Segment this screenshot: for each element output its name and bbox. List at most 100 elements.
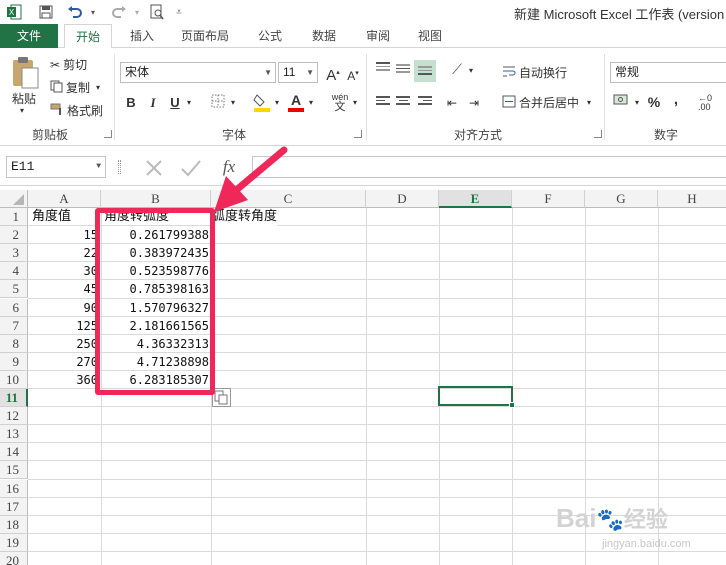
underline-dropdown-icon[interactable]: ▾ bbox=[184, 94, 194, 112]
wrap-text-button[interactable]: 自动换行 bbox=[502, 64, 567, 81]
tab-review[interactable]: 审阅 bbox=[356, 24, 400, 48]
row-header[interactable]: 2 bbox=[0, 226, 28, 245]
borders-dropdown-icon[interactable]: ▾ bbox=[228, 94, 238, 112]
row-header[interactable]: 17 bbox=[0, 497, 28, 516]
paste-icon[interactable] bbox=[10, 56, 40, 90]
selected-cell-e11[interactable] bbox=[438, 386, 513, 406]
column-header-e[interactable]: E bbox=[439, 190, 512, 208]
cell-a2[interactable]: 15 bbox=[30, 226, 98, 244]
merge-dropdown-icon[interactable]: ▾ bbox=[587, 98, 591, 107]
shrink-font-button[interactable]: A▾ bbox=[344, 65, 362, 85]
alignment-launcher-icon[interactable] bbox=[594, 130, 602, 138]
font-size-combo[interactable]: 11 ▼ bbox=[278, 62, 318, 83]
row-header[interactable]: 1 bbox=[0, 208, 28, 227]
bold-button[interactable]: B bbox=[124, 94, 138, 112]
row-header[interactable]: 6 bbox=[0, 298, 28, 317]
row-header[interactable]: 8 bbox=[0, 334, 28, 353]
align-right-icon[interactable] bbox=[418, 96, 432, 108]
number-format-combo[interactable]: 常规 bbox=[610, 62, 726, 83]
orientation-dropdown-icon[interactable]: ▾ bbox=[466, 62, 476, 80]
orientation-icon[interactable]: ⟋ bbox=[448, 60, 466, 78]
accounting-format-icon[interactable] bbox=[612, 92, 632, 113]
increase-indent-icon[interactable]: ⇥ bbox=[466, 94, 482, 112]
customize-qat-icon[interactable]: ⩡ bbox=[172, 3, 186, 21]
cell-a6[interactable]: 90 bbox=[30, 299, 98, 317]
fill-dropdown-icon[interactable]: ▾ bbox=[272, 94, 282, 112]
row-header[interactable]: 16 bbox=[0, 479, 28, 498]
row-header[interactable]: 15 bbox=[0, 461, 28, 480]
cell-a1[interactable]: 角度值 bbox=[32, 208, 71, 226]
merge-center-button[interactable]: 合并后居中 ▾ bbox=[502, 94, 591, 111]
row-header[interactable]: 19 bbox=[0, 533, 28, 552]
copy-button[interactable]: 复制 ▾ bbox=[50, 79, 100, 96]
redo-icon[interactable] bbox=[108, 3, 130, 21]
column-header-h[interactable]: H bbox=[658, 190, 726, 208]
percent-style-button[interactable]: % bbox=[646, 93, 662, 111]
italic-button[interactable]: I bbox=[146, 94, 160, 112]
redo-dropdown-icon[interactable]: ▾ bbox=[132, 3, 142, 21]
column-header-d[interactable]: D bbox=[366, 190, 439, 208]
row-header[interactable]: 10 bbox=[0, 370, 28, 389]
phonetic-dropdown-icon[interactable]: ▾ bbox=[350, 94, 360, 112]
tab-view[interactable]: 视图 bbox=[408, 24, 452, 48]
cell-a5[interactable]: 45 bbox=[30, 280, 98, 298]
underline-button[interactable]: U bbox=[168, 94, 182, 112]
column-header-a[interactable]: A bbox=[28, 190, 101, 208]
tab-page-layout[interactable]: 页面布局 bbox=[172, 24, 238, 48]
increase-decimal-icon[interactable]: ←0.00 bbox=[698, 94, 724, 112]
tab-insert[interactable]: 插入 bbox=[120, 24, 164, 48]
row-header[interactable]: 13 bbox=[0, 425, 28, 444]
tab-formulas[interactable]: 公式 bbox=[248, 24, 292, 48]
copy-dropdown-icon[interactable]: ▾ bbox=[96, 83, 100, 92]
tab-data[interactable]: 数据 bbox=[302, 24, 346, 48]
grow-font-button[interactable]: A▴ bbox=[324, 64, 342, 85]
row-header[interactable]: 12 bbox=[0, 407, 28, 426]
font-name-combo[interactable]: 宋体 ▼ bbox=[120, 62, 276, 83]
print-preview-icon[interactable] bbox=[146, 3, 168, 21]
formula-bar-grip[interactable] bbox=[118, 160, 121, 174]
column-header-g[interactable]: G bbox=[585, 190, 658, 208]
align-left-icon[interactable] bbox=[376, 96, 390, 108]
tab-home[interactable]: 开始 bbox=[64, 24, 112, 49]
row-header[interactable]: 20 bbox=[0, 551, 28, 565]
tab-file[interactable]: 文件 bbox=[0, 24, 58, 48]
cell-a3[interactable]: 22 bbox=[30, 244, 98, 262]
row-header[interactable]: 14 bbox=[0, 443, 28, 462]
undo-dropdown-icon[interactable]: ▾ bbox=[88, 3, 98, 21]
clipboard-launcher-icon[interactable] bbox=[104, 130, 112, 138]
row-header[interactable]: 7 bbox=[0, 316, 28, 335]
worksheet-grid[interactable]: A B C D E F G H 1 2 3 4 5 6 7 8 9 10 11 12 13 14 15 16 1… bbox=[0, 146, 726, 565]
row-header[interactable]: 11 bbox=[0, 389, 28, 408]
comma-style-button[interactable]: , bbox=[670, 91, 682, 109]
row-header[interactable]: 3 bbox=[0, 244, 28, 263]
cell-a4[interactable]: 30 bbox=[30, 262, 98, 280]
cancel-entry-icon[interactable] bbox=[144, 158, 166, 178]
font-launcher-icon[interactable] bbox=[354, 130, 362, 138]
undo-icon[interactable] bbox=[64, 3, 86, 21]
column-header-f[interactable]: F bbox=[512, 190, 585, 208]
align-bottom-button[interactable] bbox=[414, 60, 436, 82]
cut-button[interactable]: ✂ 剪切 bbox=[50, 56, 87, 73]
paste-dropdown-icon[interactable]: ▾ bbox=[20, 106, 24, 115]
row-header[interactable]: 5 bbox=[0, 280, 28, 299]
save-icon[interactable] bbox=[36, 3, 56, 21]
phonetic-button[interactable]: wén 文 bbox=[330, 92, 350, 113]
row-header[interactable]: 4 bbox=[0, 262, 28, 281]
cell-a10[interactable]: 360 bbox=[30, 371, 98, 389]
decrease-indent-icon[interactable]: ⇤ bbox=[444, 94, 460, 112]
select-all-button[interactable] bbox=[0, 190, 28, 208]
accounting-dropdown-icon[interactable]: ▾ bbox=[632, 94, 642, 112]
format-painter-button[interactable]: 格式刷 bbox=[50, 102, 103, 119]
fill-color-button[interactable] bbox=[252, 92, 272, 117]
formula-input[interactable] bbox=[252, 156, 726, 178]
row-header[interactable]: 18 bbox=[0, 515, 28, 534]
cell-a7[interactable]: 125 bbox=[30, 317, 98, 335]
paste-button[interactable]: 粘贴 bbox=[12, 90, 36, 107]
font-color-dropdown-icon[interactable]: ▾ bbox=[306, 94, 316, 112]
align-center-icon[interactable] bbox=[396, 96, 410, 108]
cell-a9[interactable]: 270 bbox=[30, 353, 98, 371]
align-top-icon[interactable] bbox=[376, 62, 390, 74]
align-middle-icon[interactable] bbox=[396, 64, 410, 76]
column-header-b[interactable]: B bbox=[101, 190, 211, 208]
name-box[interactable]: E11 ▼ bbox=[6, 156, 106, 178]
